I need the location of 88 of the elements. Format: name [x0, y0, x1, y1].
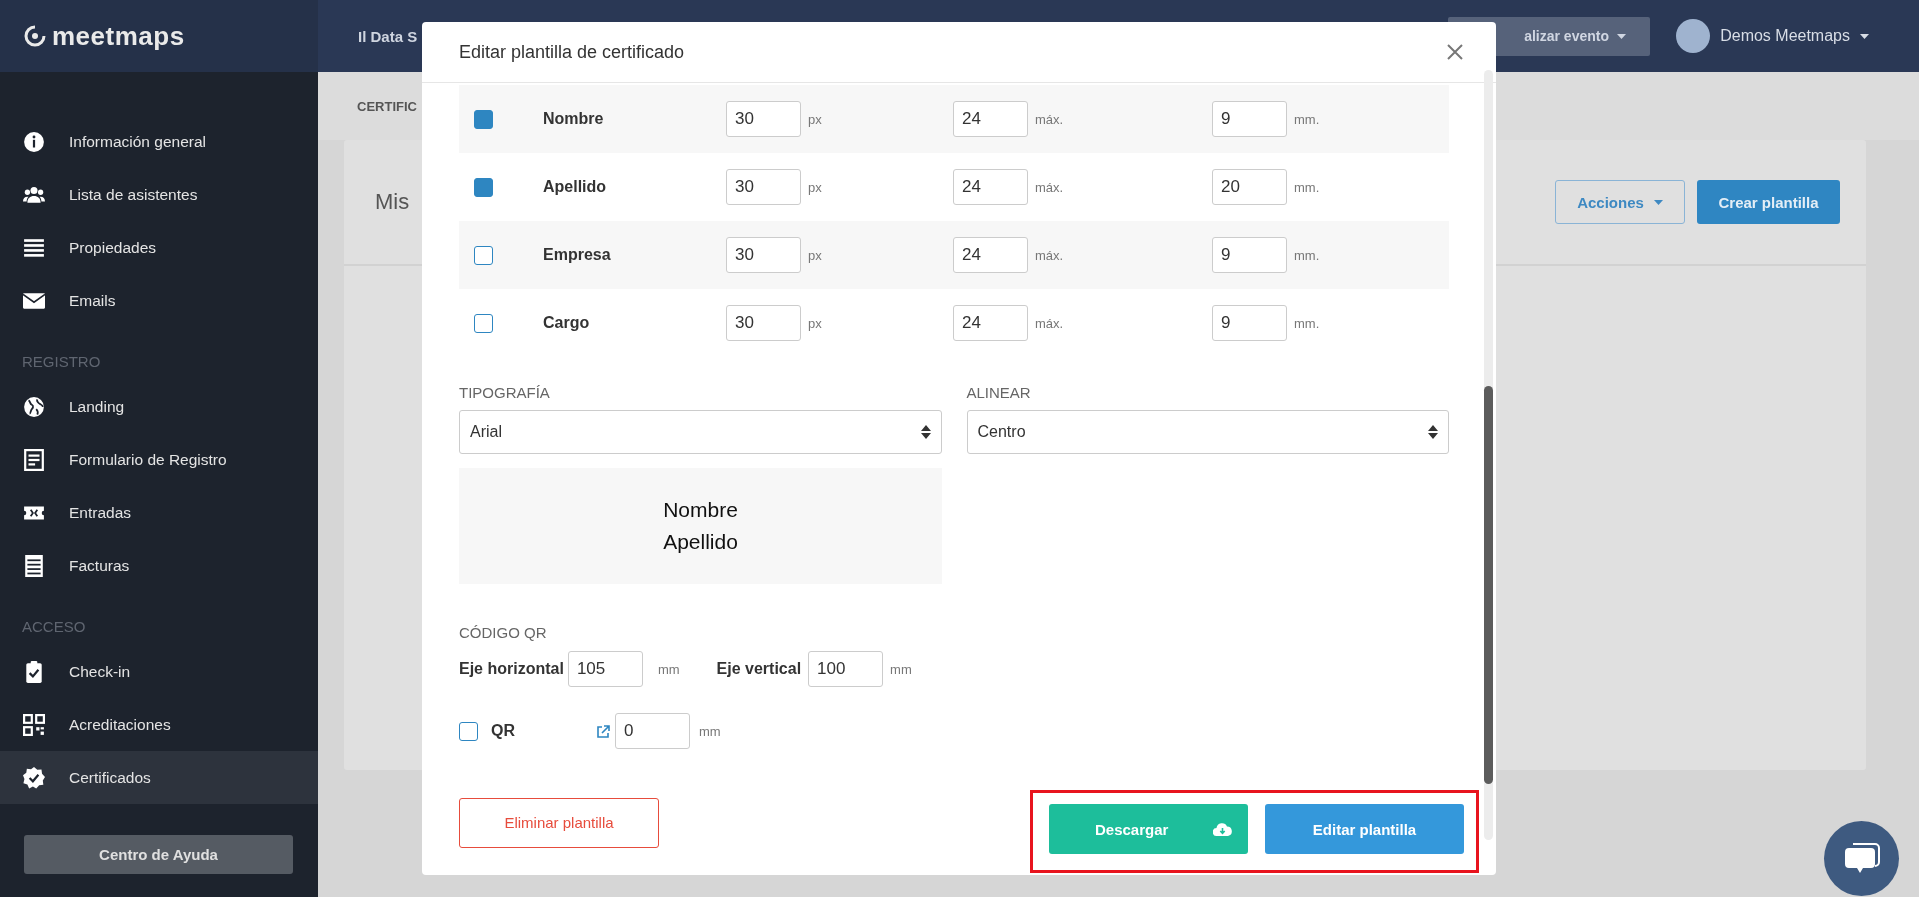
- checkbox[interactable]: [459, 721, 478, 741]
- select-label: ALINEAR: [966, 384, 1031, 401]
- unit-label: mm.: [1294, 315, 1320, 331]
- nav-icon: [22, 766, 46, 789]
- external-link-icon[interactable]: [597, 724, 610, 738]
- nav-icon: [22, 554, 46, 577]
- section-heading: ACCESO: [22, 618, 86, 635]
- logo-text: meetmaps: [52, 20, 185, 52]
- nav-icon: [22, 713, 46, 736]
- card-title: Mis: [375, 189, 410, 215]
- caret-icon: [1653, 199, 1663, 205]
- input-field[interactable]: 24: [953, 237, 1028, 273]
- unit-label: px: [808, 179, 822, 195]
- input-field[interactable]: 105: [567, 651, 643, 687]
- sidebar-item[interactable]: Propiedades: [0, 221, 318, 274]
- field-label: Eje horizontal: [459, 660, 564, 678]
- close-icon[interactable]: [1446, 43, 1464, 61]
- unit-label: px: [808, 247, 822, 263]
- nav-icon: [22, 236, 46, 259]
- input-field[interactable]: 100: [808, 651, 884, 687]
- field-label: Nombre: [543, 110, 605, 128]
- input-field[interactable]: 9: [1212, 101, 1287, 137]
- scrollbar-thumb[interactable]: [1484, 386, 1493, 784]
- unit-label: máx.: [1035, 247, 1064, 263]
- unit-label: mm.: [1294, 247, 1320, 263]
- input-field[interactable]: 24: [953, 305, 1028, 341]
- sidebar-item[interactable]: Facturas: [0, 539, 318, 592]
- unit-label: px: [808, 315, 822, 331]
- unit-label: máx.: [1035, 179, 1064, 195]
- section-heading: CÓDIGO QR: [459, 624, 547, 641]
- delete-button[interactable]: Eliminar plantilla: [459, 797, 659, 848]
- select-field[interactable]: Centro: [966, 410, 1449, 454]
- nav-icon: [22, 448, 46, 471]
- caret-icon: [1860, 33, 1869, 39]
- field-label: Empresa: [543, 246, 612, 264]
- input-field[interactable]: 0: [615, 713, 690, 749]
- unit-label: mm.: [1294, 111, 1320, 127]
- logo-icon: [24, 25, 46, 47]
- unit-label: mm: [890, 661, 912, 677]
- checkbox-label: QR: [491, 722, 515, 740]
- caret-icon: [1617, 33, 1626, 39]
- input-field[interactable]: 30: [726, 169, 801, 205]
- modal-title: Editar plantilla de certificado: [459, 41, 685, 63]
- preview-text: Apellido: [663, 530, 738, 554]
- sort-arrows-icon: [920, 425, 931, 439]
- cloud-download-icon: [1213, 822, 1232, 836]
- select-field[interactable]: Arial: [459, 410, 942, 454]
- unit-label: mm: [699, 723, 721, 739]
- avatar: [1676, 19, 1711, 53]
- page-tab[interactable]: CERTIFIC: [357, 98, 417, 114]
- unit-label: máx.: [1035, 111, 1064, 127]
- checkbox[interactable]: [474, 245, 493, 265]
- checkbox[interactable]: [474, 313, 493, 333]
- sort-arrows-icon: [1428, 425, 1438, 439]
- event-title: Il Data S: [358, 27, 418, 45]
- input-field[interactable]: 24: [953, 169, 1028, 205]
- user-name[interactable]: Demos Meetmaps: [1720, 27, 1850, 45]
- sidebar-item[interactable]: Formulario de Registro: [0, 433, 318, 486]
- checkbox[interactable]: [474, 177, 493, 197]
- input-field[interactable]: 9: [1212, 305, 1287, 341]
- input-field[interactable]: 20: [1212, 169, 1287, 205]
- sidebar-item[interactable]: Landing: [0, 380, 318, 433]
- unit-label: px: [808, 111, 822, 127]
- unit-label: mm.: [1294, 179, 1320, 195]
- field-label: Eje vertical: [716, 660, 802, 678]
- input-field[interactable]: 30: [726, 237, 801, 273]
- input-field[interactable]: 30: [726, 305, 801, 341]
- sidebar-item[interactable]: Lista de asistentes: [0, 168, 318, 221]
- nav-icon: [22, 395, 46, 418]
- preview-text: Nombre: [663, 498, 738, 522]
- nav-icon: [22, 130, 46, 153]
- input-field[interactable]: 30: [726, 101, 801, 137]
- help-button[interactable]: Centro de Ayuda: [24, 835, 293, 874]
- input-field[interactable]: 24: [953, 101, 1028, 137]
- field-label: Apellido: [543, 178, 608, 196]
- sidebar-item[interactable]: Certificados: [0, 751, 318, 804]
- unit-label: máx.: [1035, 315, 1064, 331]
- unit-label: mm: [657, 661, 680, 677]
- checkbox[interactable]: [474, 109, 493, 129]
- sidebar-item[interactable]: Check-in: [0, 645, 318, 698]
- select-label: TIPOGRAFÍA: [459, 384, 550, 401]
- sidebar-item[interactable]: Emails: [0, 274, 318, 327]
- input-field[interactable]: 9: [1212, 237, 1287, 273]
- sidebar-item[interactable]: Información general: [0, 115, 318, 168]
- sidebar-item[interactable]: Acreditaciones: [0, 698, 318, 751]
- section-heading: REGISTRO: [22, 353, 101, 370]
- field-label: Cargo: [543, 314, 591, 332]
- sidebar-item[interactable]: Entradas: [0, 486, 318, 539]
